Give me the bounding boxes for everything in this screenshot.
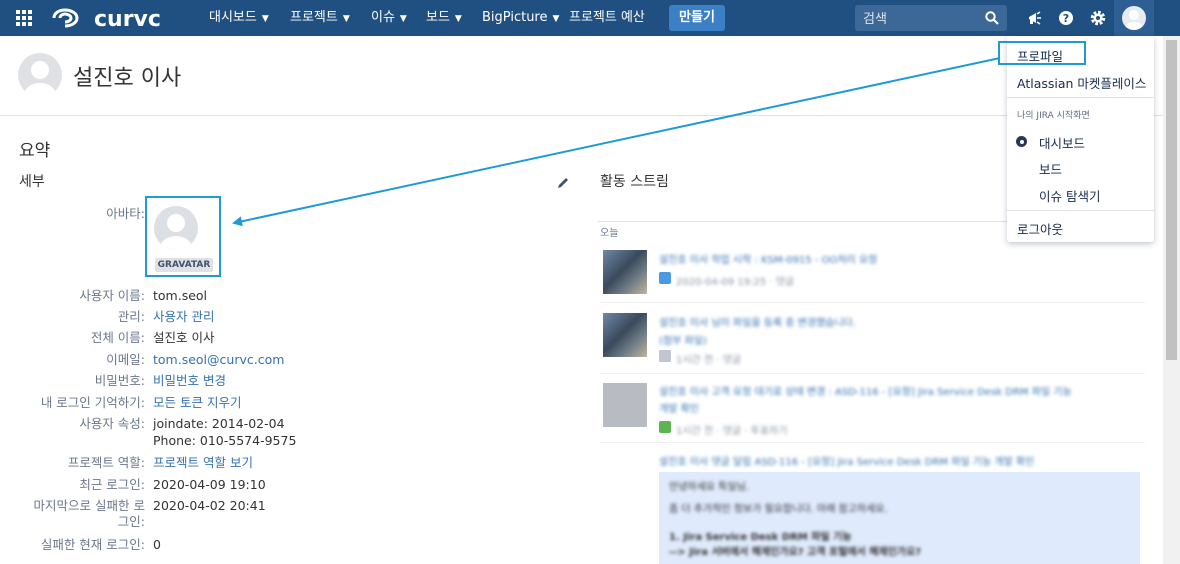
fullname-value: 설진호 이사 <box>153 330 215 345</box>
svg-text:?: ? <box>1063 12 1069 25</box>
nav-boards-menu[interactable]: 보드 ▼ <box>426 0 462 36</box>
menu-item-profile[interactable]: 프로파일 <box>1017 46 1063 65</box>
nav-bigpicture-menu[interactable]: BigPicture ▼ <box>482 0 559 36</box>
activity-entry-meta: 2020-04-09 19:25 · 댓글 <box>676 277 795 288</box>
search-icon[interactable] <box>985 11 999 25</box>
top-navigation-bar: curvc 대시보드 ▼ 프로젝트 ▼ 이슈 ▼ 보드 ▼ BigPicture ▼ 프로… <box>0 0 1180 36</box>
username-value: tom.seol <box>153 288 208 303</box>
joindate-value: joindate: 2014-02-04 <box>153 416 285 431</box>
page-title: 설진호 이사 <box>73 66 182 91</box>
comment-quote-block: 안녕하세요 특일님. 좀 더 추가적인 정보가 필요합니다. 아래 참고하세요.… <box>659 472 1140 564</box>
change-password-link[interactable]: 비밀번호 변경 <box>153 373 226 389</box>
view-project-roles-link[interactable]: 프로젝트 역할 보기 <box>153 455 253 471</box>
search-input[interactable] <box>861 8 985 30</box>
activity-entry-title[interactable]: 설진호 이사 댓글 달림 ASD-116 - [요청] Jira Service… <box>659 453 1034 468</box>
activity-entry-meta: 1시간 전 · 댓글 · 투표하기 <box>676 426 788 437</box>
activity-entry-meta: 1시간 전 · 댓글 <box>676 355 742 366</box>
manage-user-link[interactable]: 사용자 관리 <box>153 309 214 325</box>
avatar-label: 아바타: <box>106 206 145 221</box>
user-avatar[interactable] <box>154 206 198 250</box>
last-login-value: 2020-04-09 19:10 <box>153 477 266 492</box>
nav-dashboard-menu[interactable]: 대시보드 ▼ <box>209 0 269 36</box>
settings-gear-icon[interactable] <box>1088 8 1108 28</box>
svg-text:curvc: curvc <box>94 7 161 30</box>
radio-selected-icon[interactable] <box>1016 136 1027 147</box>
activity-avatar <box>603 383 647 427</box>
profile-dropdown-menu: 프로파일 Atlassian 마켓플레이스 나의 JIRA 시작화면 대시보드 … <box>998 36 1154 242</box>
activity-entry-title[interactable]: 설진호 이사 님이 파일을 등록 중 변경했습니다. <box>659 314 856 329</box>
app-switcher-icon[interactable] <box>16 10 32 26</box>
nav-project-budget[interactable]: 프로젝트 예산 <box>569 0 645 36</box>
last-failed-login-value: 2020-04-02 20:41 <box>153 498 266 513</box>
menu-divider <box>1007 210 1154 211</box>
announcement-icon[interactable] <box>1025 8 1045 28</box>
activity-stream-heading: 활동 스트림 <box>600 174 669 190</box>
comment-line: 안녕하세요 특일님. <box>669 482 749 493</box>
activity-entry-title[interactable]: 설진호 이사 작업 시작 : KSM-0915 - OO처리 요청 <box>659 251 877 266</box>
chevron-down-icon: ▼ <box>552 14 560 24</box>
email-link[interactable]: tom.seol@curvc.com <box>153 352 284 368</box>
header-divider <box>0 115 1163 116</box>
activity-separator <box>600 302 1145 303</box>
password-label: 비밀번호: <box>94 373 145 388</box>
current-failed-login-value: 0 <box>153 537 161 552</box>
last-failed-login-label: 마지막으로 실패한 로 <box>33 498 145 513</box>
last-login-label: 최근 로그인: <box>79 477 145 492</box>
fullname-label: 전체 이름: <box>90 330 145 345</box>
menu-item-marketplace[interactable]: Atlassian 마켓플레이스 <box>1017 73 1146 92</box>
activity-separator <box>600 442 1145 443</box>
last-failed-login-label-cont: 그인: <box>117 514 145 529</box>
gravatar-badge: GRAVATAR <box>155 258 213 272</box>
chevron-down-icon: ▼ <box>399 14 407 24</box>
nav-issues-menu[interactable]: 이슈 ▼ <box>371 0 407 36</box>
help-icon[interactable]: ? <box>1056 8 1076 28</box>
activity-entry-title[interactable]: 설진호 이사 고객 요청 대기로 상태 변경 : ASD-116 - [요청] … <box>659 383 1072 398</box>
user-avatar-icon[interactable] <box>1122 6 1146 30</box>
phone-value: Phone: 010-5574-9575 <box>153 433 297 448</box>
search-box[interactable] <box>855 5 1007 31</box>
menu-item-start-issue-navigator[interactable]: 이슈 탐색기 <box>1039 186 1100 205</box>
user-properties-label: 사용자 속성: <box>79 416 145 431</box>
email-label: 이메일: <box>106 352 145 367</box>
comment-line: 좀 더 추가적인 정보가 필요합니다. 아래 참고하세요. <box>669 504 888 515</box>
clear-tokens-link[interactable]: 모든 토큰 지우기 <box>153 395 241 411</box>
subtask-icon <box>659 272 671 284</box>
project-roles-label: 프로젝트 역할: <box>67 455 145 470</box>
chevron-down-icon: ▼ <box>454 14 462 24</box>
username-label: 사용자 이름: <box>79 288 145 303</box>
menu-item-logout[interactable]: 로그아웃 <box>1017 219 1063 238</box>
current-failed-login-label: 실패한 현재 로그인: <box>40 537 145 552</box>
menu-divider <box>1007 97 1154 98</box>
nav-projects-menu[interactable]: 프로젝트 ▼ <box>290 0 350 36</box>
service-request-icon <box>659 421 671 433</box>
start-page-heading: 나의 JIRA 시작화면 <box>1017 111 1090 121</box>
curvc-logo[interactable]: curvc <box>50 6 200 30</box>
chevron-down-icon: ▼ <box>261 14 269 24</box>
activity-separator <box>600 373 1145 374</box>
comment-line: --> Jira 서버에서 해제인가요? 고객 포털에서 해제인가요? <box>669 547 921 558</box>
menu-item-start-dashboard[interactable]: 대시보드 <box>1039 133 1085 152</box>
menu-item-start-boards[interactable]: 보드 <box>1039 159 1062 178</box>
summary-heading: 요약 <box>19 141 51 161</box>
activity-avatar <box>603 250 647 294</box>
file-icon <box>659 350 671 362</box>
scrollbar-thumb[interactable] <box>1166 40 1177 360</box>
remember-login-label: 내 로그인 기억하기: <box>40 395 145 410</box>
profile-avatar <box>18 53 62 97</box>
activity-entry-sub[interactable]: 개발 확인 <box>659 400 699 415</box>
manage-label: 관리: <box>117 309 145 324</box>
activity-entry-sub[interactable]: (첨부 파일) <box>659 332 707 347</box>
today-label: 오늘 <box>600 228 619 239</box>
details-heading: 세부 <box>19 174 45 190</box>
avatar-highlight-box[interactable]: GRAVATAR <box>145 196 221 277</box>
activity-avatar <box>603 313 647 357</box>
comment-line: 1. Jira Service Desk DRM 파일 기능 <box>669 532 852 543</box>
edit-pencil-icon[interactable] <box>556 176 570 190</box>
create-button[interactable]: 만들기 <box>669 5 725 31</box>
chevron-down-icon: ▼ <box>342 14 350 24</box>
